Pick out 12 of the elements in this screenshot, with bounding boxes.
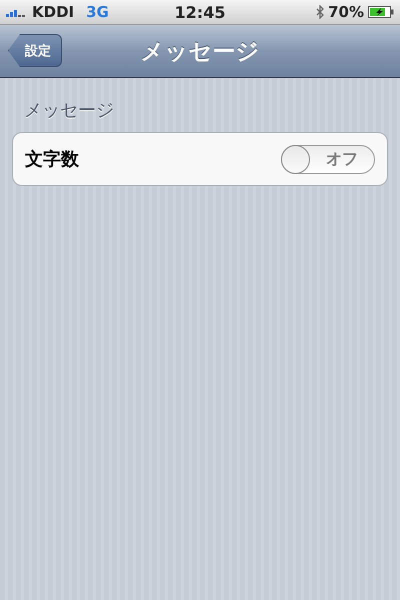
toggle-switch[interactable]: オフ [281,144,375,174]
screen-title: メッセージ [140,36,260,66]
network-type: 3G [86,3,109,21]
battery-percent: 70% [328,3,364,21]
battery-charging-icon [368,6,394,18]
signal-icon [6,7,28,17]
carrier-name: KDDI [32,3,74,21]
section-header: メッセージ [23,99,115,122]
bluetooth-icon [316,5,324,19]
row-label: 文字数 [25,148,79,171]
back-button[interactable]: 設定 [8,34,62,67]
clock-time: 12:45 [174,2,226,22]
